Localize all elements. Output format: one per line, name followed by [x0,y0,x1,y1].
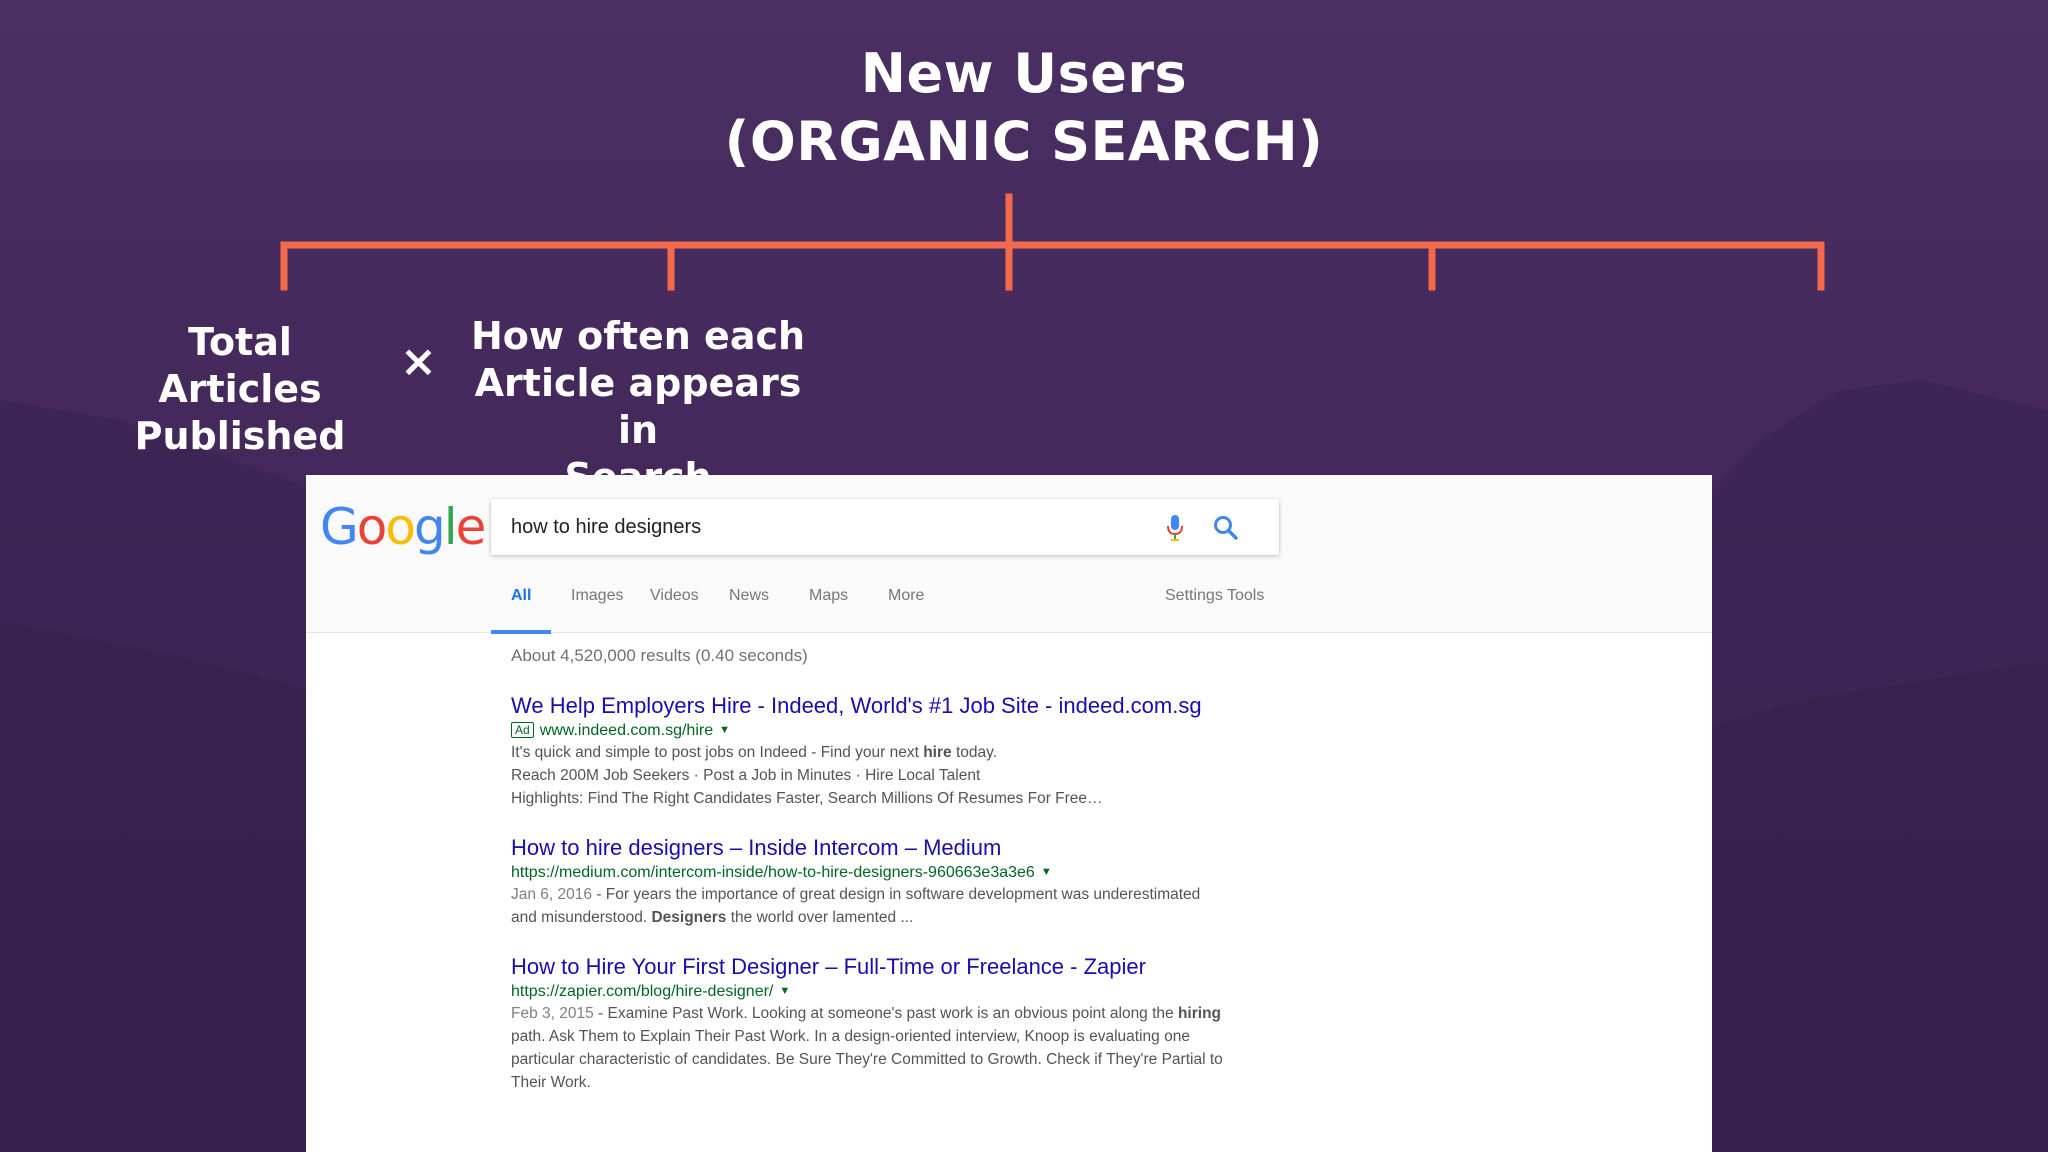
snippet-line: Feb 3, 2015 - Examine Past Work. Looking… [511,1002,1311,1025]
snippet-line: It's quick and simple to post jobs on In… [511,741,1311,764]
google-logo[interactable]: Google [320,497,487,557]
result-item: How to Hire Your First Designer – Full-T… [511,953,1311,1094]
dropdown-caret-icon[interactable]: ▼ [779,981,790,1002]
snippet-line: path. Ask Them to Explain Their Past Wor… [511,1028,1190,1045]
tab-all[interactable]: All [491,578,552,634]
search-tabs: All Images Videos News Maps More Setting… [491,578,1281,634]
result-url-text[interactable]: https://medium.com/intercom-inside/how-t… [511,864,1035,881]
snippet-line: Their Work. [511,1074,591,1091]
snippet-text: and misunderstood. [511,909,652,926]
logo-letter: l [443,498,458,556]
tab-tools[interactable]: Tools [1227,578,1264,630]
snippet-highlight: hiring [1177,1005,1222,1022]
factor-search-frequency: How often each Article appears in Search [470,313,806,501]
snippet-line: Reach 200M Job Seekers · Post a Job in M… [511,767,981,784]
tab-images[interactable]: Images [571,578,623,630]
logo-letter: o [385,498,416,556]
tab-news[interactable]: News [729,578,769,630]
result-date: Jan 6, 2016 [511,886,593,903]
result-snippet: It's quick and simple to post jobs on In… [511,741,1311,810]
tab-settings[interactable]: Settings [1165,578,1223,630]
result-title-link[interactable]: How to Hire Your First Designer – Full-T… [511,953,1311,981]
result-url[interactable]: https://zapier.com/blog/hire-designer/ ▼ [511,981,1311,1002]
multiply-operator: × [400,336,437,387]
search-input[interactable]: how to hire designers [491,499,1279,555]
result-url[interactable]: https://medium.com/intercom-inside/how-t… [511,862,1311,883]
factor-1-line-2: Published [134,414,346,458]
snippet-line: particular characteristic of candidates.… [511,1051,1223,1068]
bracket-tree [280,193,1825,291]
result-item: How to hire designers – Inside Intercom … [511,834,1311,929]
logo-letter: g [413,498,446,556]
tab-maps[interactable]: Maps [809,578,848,630]
factor-total-articles: Total Articles Published [100,319,380,460]
tab-videos[interactable]: Videos [650,578,699,630]
result-snippet: Jan 6, 2016 - For years the importance o… [511,883,1311,929]
result-title-link[interactable]: We Help Employers Hire - Indeed, World's… [511,692,1311,720]
mic-icon[interactable] [1165,514,1185,542]
snippet-line: and misunderstood. Designers the world o… [511,906,1311,929]
factor-2-line-2: Article appears in [474,361,802,452]
snippet-text: - Examine Past Work. Looking at someone'… [593,1005,1178,1022]
result-url[interactable]: Ad www.indeed.com.sg/hire ▼ [511,720,1311,741]
snippet-text: It's quick and simple to post jobs on In… [511,744,924,761]
snippet-text: - For years the importance of great desi… [592,886,1201,903]
result-url-text[interactable]: www.indeed.com.sg/hire [540,722,713,739]
result-item: We Help Employers Hire - Indeed, World's… [511,692,1311,810]
factor-1-line-1: Total Articles [158,320,322,411]
tab-more[interactable]: More [888,578,924,630]
snippet-line: Highlights: Find The Right Candidates Fa… [511,790,1103,807]
result-url-text[interactable]: https://zapier.com/blog/hire-designer/ [511,983,773,1000]
result-date: Feb 3, 2015 [511,1005,594,1022]
serp-header: Google how to hire designers All Images … [306,475,1712,634]
search-results: About 4,520,000 results (0.40 seconds) W… [511,645,1311,1118]
logo-letter: G [320,498,359,556]
snippet-highlight: Designers [651,909,727,926]
snippet-text: today. [951,744,998,761]
logo-letter: e [455,498,487,556]
result-snippet: Feb 3, 2015 - Examine Past Work. Looking… [511,1002,1311,1094]
snippet-text: the world over lamented ... [726,909,914,926]
google-serp-screenshot: Google how to hire designers All Images … [306,475,1712,1152]
snippet-highlight: hire [923,744,952,761]
dropdown-caret-icon[interactable]: ▼ [719,720,730,741]
search-icon[interactable] [1213,515,1239,541]
search-query-text[interactable]: how to hire designers [511,499,701,555]
ad-badge: Ad [511,722,534,738]
logo-letter: o [356,498,388,556]
result-stats: About 4,520,000 results (0.40 seconds) [511,646,808,665]
snippet-line: Jan 6, 2016 - For years the importance o… [511,883,1311,906]
factor-2-line-1: How often each [470,314,806,358]
result-title-link[interactable]: How to hire designers – Inside Intercom … [511,834,1311,862]
dropdown-caret-icon[interactable]: ▼ [1041,862,1052,883]
